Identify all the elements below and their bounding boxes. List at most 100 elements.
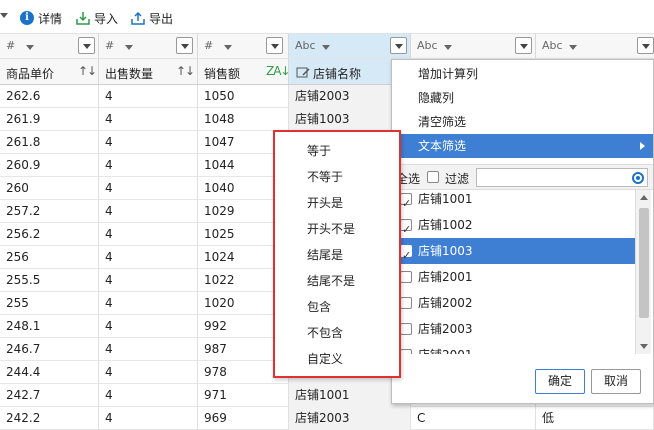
- menu-clear-filter[interactable]: 清空筛选: [392, 110, 653, 134]
- type-caret-icon[interactable]: [444, 45, 452, 50]
- table-cell[interactable]: 260: [0, 177, 99, 200]
- menu-hide-column[interactable]: 隐藏列: [392, 86, 653, 110]
- value-list-item[interactable]: 店铺2003: [392, 316, 635, 342]
- text-filter-option[interactable]: 不等于: [275, 164, 399, 190]
- text-filter-option[interactable]: 开头是: [275, 190, 399, 216]
- text-filter-option[interactable]: 开头不是: [275, 216, 399, 242]
- table-cell[interactable]: 261.9: [0, 108, 99, 131]
- column-filter-button[interactable]: [515, 37, 532, 54]
- table-cell[interactable]: 4: [99, 315, 198, 338]
- toolbar-dropdown-arrow-icon[interactable]: [0, 13, 8, 18]
- table-cell[interactable]: 4: [99, 223, 198, 246]
- sort-icon[interactable]: ↑↓: [176, 64, 195, 78]
- value-checkbox[interactable]: [400, 243, 412, 269]
- type-caret-icon[interactable]: [322, 45, 330, 50]
- table-cell[interactable]: 1048: [198, 108, 289, 131]
- filter-search-input[interactable]: [476, 168, 648, 187]
- value-list-item[interactable]: 店铺1001: [392, 190, 635, 217]
- table-cell[interactable]: 店铺2003: [289, 407, 411, 430]
- table-cell[interactable]: 4: [99, 108, 198, 131]
- table-cell[interactable]: 256.2: [0, 223, 99, 246]
- text-filter-option[interactable]: 结尾不是: [275, 268, 399, 294]
- ok-button[interactable]: 确定: [535, 369, 585, 394]
- type-caret-icon[interactable]: [224, 45, 232, 50]
- table-cell[interactable]: 971: [198, 384, 289, 407]
- import-icon: [76, 12, 90, 25]
- table-cell[interactable]: 260.9: [0, 154, 99, 177]
- value-label: 店铺2003: [418, 322, 473, 336]
- value-list-item[interactable]: 店铺1002: [392, 212, 635, 243]
- table-cell[interactable]: 4: [99, 361, 198, 384]
- table-cell[interactable]: 4: [99, 200, 198, 223]
- table-cell[interactable]: 4: [99, 177, 198, 200]
- table-cell[interactable]: 256: [0, 246, 99, 269]
- table-cell[interactable]: 969: [198, 407, 289, 430]
- value-list-item[interactable]: 店铺2001: [392, 264, 635, 290]
- table-cell[interactable]: 4: [99, 407, 198, 430]
- table-cell[interactable]: 4: [99, 292, 198, 315]
- value-list-item[interactable]: 店铺2002: [392, 290, 635, 316]
- details-button[interactable]: i 详情: [20, 9, 62, 27]
- export-button[interactable]: 导出: [131, 9, 173, 27]
- column-name-cell[interactable]: 出售数量 ↑↓: [99, 59, 198, 84]
- value-list-item[interactable]: 店铺2001: [392, 342, 635, 354]
- column-header-1: #: [99, 34, 198, 58]
- table-cell[interactable]: 4: [99, 154, 198, 177]
- table-cell[interactable]: 255.5: [0, 269, 99, 292]
- text-filter-option[interactable]: 包含: [275, 294, 399, 320]
- value-list-item[interactable]: 店铺1003: [392, 238, 635, 269]
- value-checkbox[interactable]: [400, 271, 412, 283]
- rename-column-icon[interactable]: [296, 65, 310, 79]
- type-caret-icon[interactable]: [26, 45, 34, 50]
- text-filter-option[interactable]: 不包含: [275, 320, 399, 346]
- table-cell[interactable]: 4: [99, 131, 198, 154]
- text-filter-option[interactable]: 等于: [275, 138, 399, 164]
- type-caret-icon[interactable]: [125, 45, 133, 50]
- column-filter-button[interactable]: [78, 37, 95, 54]
- column-name-cell[interactable]: 销售额 ZA↓: [198, 59, 291, 84]
- value-checkbox[interactable]: [400, 323, 412, 335]
- table-cell[interactable]: 4: [99, 246, 198, 269]
- locate-icon[interactable]: [632, 172, 644, 184]
- text-filter-option[interactable]: 自定义: [275, 346, 399, 372]
- import-button[interactable]: 导入: [76, 9, 118, 27]
- value-checkbox[interactable]: [400, 191, 412, 217]
- menu-text-filter[interactable]: 文本筛选: [392, 134, 653, 158]
- table-cell[interactable]: 4: [99, 85, 198, 108]
- value-checkbox[interactable]: [400, 297, 412, 309]
- cancel-button[interactable]: 取消: [591, 369, 641, 394]
- scroll-down-icon[interactable]: [640, 344, 648, 349]
- scroll-up-icon[interactable]: [640, 195, 648, 200]
- table-cell[interactable]: 262.6: [0, 85, 99, 108]
- table-cell[interactable]: 242.7: [0, 384, 99, 407]
- table-cell[interactable]: 244.4: [0, 361, 99, 384]
- table-cell[interactable]: 低: [536, 407, 654, 430]
- table-cell[interactable]: 255: [0, 292, 99, 315]
- value-list-scrollbar[interactable]: [635, 190, 651, 354]
- table-cell[interactable]: 4: [99, 384, 198, 407]
- column-filter-button[interactable]: [637, 37, 654, 54]
- value-checkbox[interactable]: [400, 217, 412, 243]
- sort-icon[interactable]: ↑↓: [78, 64, 97, 78]
- table-cell[interactable]: 246.7: [0, 338, 99, 361]
- table-cell[interactable]: 4: [99, 338, 198, 361]
- table-cell[interactable]: 248.1: [0, 315, 99, 338]
- column-name-cell[interactable]: 商品单价 ↑↓: [0, 59, 99, 84]
- table-cell[interactable]: 1050: [198, 85, 289, 108]
- table-cell[interactable]: C: [411, 407, 536, 430]
- table-cell[interactable]: 261.8: [0, 131, 99, 154]
- table-cell[interactable]: 4: [99, 269, 198, 292]
- column-filter-button[interactable]: [390, 37, 407, 54]
- column-filter-button[interactable]: [266, 37, 283, 54]
- column-filter-button[interactable]: [176, 37, 193, 54]
- table-row[interactable]: 242.2 4 969 店铺2003 C 低: [0, 407, 654, 430]
- type-caret-icon[interactable]: [569, 45, 577, 50]
- value-checkbox[interactable]: [400, 349, 412, 354]
- table-cell[interactable]: 257.2: [0, 200, 99, 223]
- table-cell[interactable]: 242.2: [0, 407, 99, 430]
- menu-add-calculated-column[interactable]: 增加计算列: [392, 62, 653, 86]
- filter-checkbox[interactable]: [427, 171, 439, 183]
- text-filter-option[interactable]: 结尾是: [275, 242, 399, 268]
- sort-desc-icon[interactable]: ZA↓: [266, 64, 291, 78]
- scroll-thumb[interactable]: [639, 208, 649, 318]
